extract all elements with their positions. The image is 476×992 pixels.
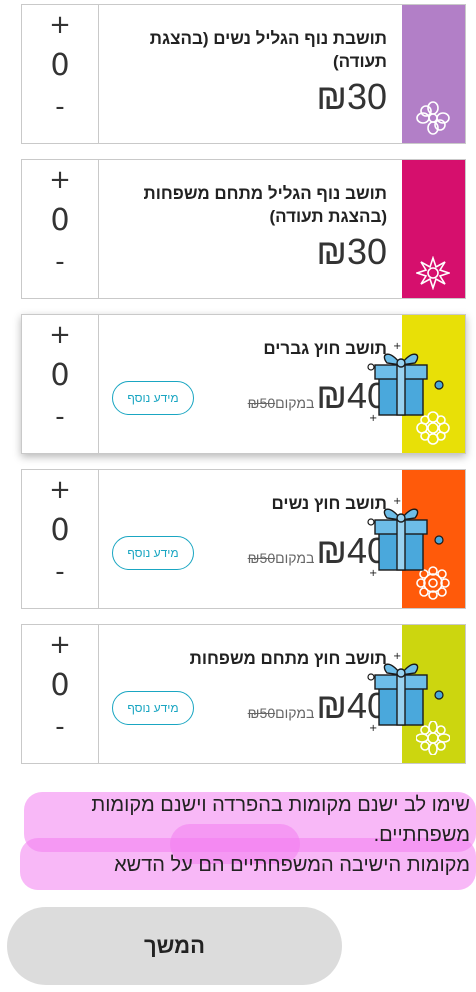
quantity-stepper: + 0 - bbox=[22, 470, 99, 608]
increase-button[interactable]: + bbox=[22, 627, 99, 663]
quantity-stepper: + 0 - bbox=[22, 625, 99, 763]
instead-label: במקום bbox=[275, 395, 315, 411]
quantity-value: 0 bbox=[50, 358, 70, 393]
ticket-price-row: ₪40 במקום ₪50 bbox=[246, 685, 387, 727]
decrease-button[interactable]: - bbox=[22, 554, 99, 590]
more-info-button[interactable]: מידע נוסף bbox=[112, 381, 194, 415]
ticket-color-bar bbox=[402, 5, 465, 143]
increase-button[interactable]: + bbox=[22, 472, 99, 508]
continue-button[interactable]: המשך bbox=[7, 907, 342, 985]
svg-text:+: + bbox=[393, 496, 401, 507]
more-info-button[interactable]: מידע נוסף bbox=[112, 536, 194, 570]
quantity-value: 0 bbox=[50, 203, 70, 238]
ticket-card: + 0 - תושב חוץ נשים ₪40 במקום ₪50 מידע נ… bbox=[21, 469, 466, 609]
ticket-color-bar bbox=[402, 470, 465, 608]
ticket-price: ₪30 bbox=[316, 76, 387, 117]
ticket-title: תושב חוץ נשים bbox=[271, 494, 387, 513]
ticket-price: ₪40 bbox=[316, 530, 387, 571]
svg-text:+: + bbox=[393, 651, 401, 662]
notice-line-2: מקומות הישיבה המשפחתיים הם על הדשא bbox=[114, 854, 470, 876]
ticket-title: תושב נוף הגליל מתחם משפחות (בהצגת תעודה) bbox=[143, 184, 387, 226]
ticket-card: + 0 - תושב חוץ מתחם משפחות ₪40 במקום ₪50… bbox=[21, 624, 466, 764]
ticket-title: תושבת נוף הגליל נשים (בהצגת תעודה) bbox=[149, 29, 387, 71]
ticket-price: ₪40 bbox=[316, 685, 387, 726]
ticket-price: ₪40 bbox=[316, 375, 387, 416]
quantity-stepper: + 0 - bbox=[22, 5, 99, 143]
flower-icon bbox=[416, 721, 450, 755]
flower-icon bbox=[416, 411, 450, 445]
flower-icon bbox=[416, 101, 450, 135]
notice-text: שימו לב ישנם מקומות בהפרדה וישנם מקומות … bbox=[20, 790, 470, 880]
quantity-value: 0 bbox=[50, 668, 70, 703]
flower-icon bbox=[416, 566, 450, 600]
quantity-value: 0 bbox=[50, 513, 70, 548]
quantity-stepper: + 0 - bbox=[22, 315, 99, 453]
increase-button[interactable]: + bbox=[22, 162, 99, 198]
increase-button[interactable]: + bbox=[22, 7, 99, 43]
ticket-color-bar bbox=[402, 315, 465, 453]
decrease-button[interactable]: - bbox=[22, 709, 99, 745]
decrease-button[interactable]: - bbox=[22, 89, 99, 125]
quantity-value: 0 bbox=[50, 48, 70, 83]
ticket-title: תושב חוץ מתחם משפחות bbox=[189, 649, 387, 668]
ticket-price-row: ₪40 במקום ₪50 bbox=[246, 530, 387, 572]
ticket-title: תושב חוץ גברים bbox=[263, 339, 387, 358]
notice-line-1: שימו לב ישנם מקומות בהפרדה וישנם מקומות … bbox=[91, 794, 470, 846]
instead-label: במקום bbox=[275, 550, 315, 566]
svg-text:+: + bbox=[393, 341, 401, 352]
flower-icon bbox=[416, 256, 450, 290]
ticket-card: + 0 - תושב נוף הגליל מתחם משפחות (בהצגת … bbox=[21, 159, 466, 299]
quantity-stepper: + 0 - bbox=[22, 160, 99, 298]
old-price: ₪50 bbox=[247, 550, 276, 566]
old-price: ₪50 bbox=[247, 395, 276, 411]
instead-label: במקום bbox=[275, 705, 315, 721]
ticket-card: + 0 - תושב חוץ גברים ₪40 במקום ₪50 מידע … bbox=[21, 314, 466, 454]
decrease-button[interactable]: - bbox=[22, 399, 99, 435]
more-info-button[interactable]: מידע נוסף bbox=[112, 691, 194, 725]
ticket-color-bar bbox=[402, 160, 465, 298]
ticket-price: ₪30 bbox=[316, 231, 387, 272]
increase-button[interactable]: + bbox=[22, 317, 99, 353]
ticket-card: + 0 - תושבת נוף הגליל נשים (בהצגת תעודה)… bbox=[21, 4, 466, 144]
ticket-price-row: ₪40 במקום ₪50 bbox=[246, 375, 387, 417]
decrease-button[interactable]: - bbox=[22, 244, 99, 280]
ticket-color-bar bbox=[402, 625, 465, 763]
old-price: ₪50 bbox=[247, 705, 276, 721]
